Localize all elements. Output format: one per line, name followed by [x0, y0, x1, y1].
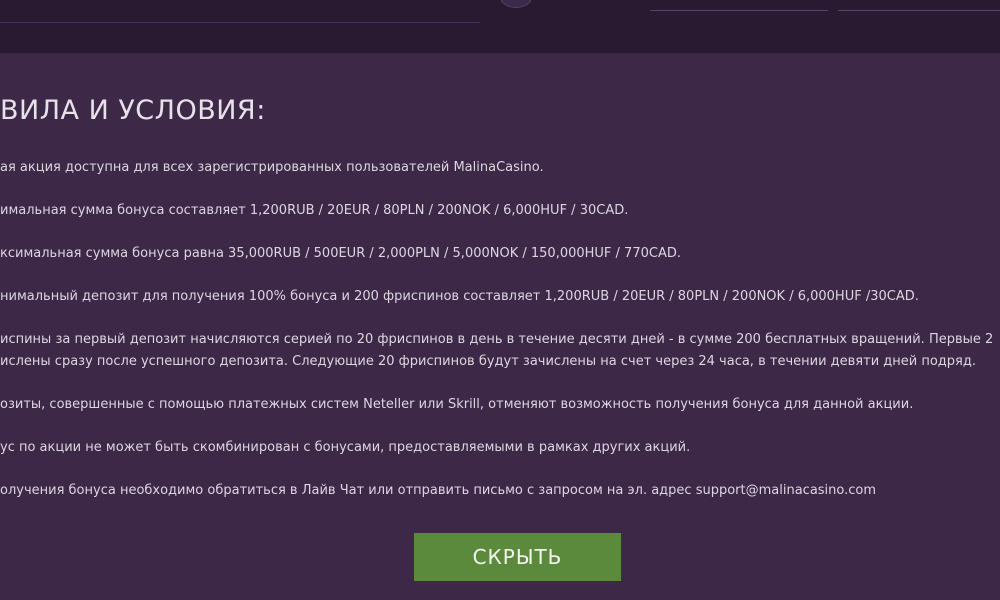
rule-item: ус по акции не может быть скомбинирован …	[0, 440, 691, 455]
rule-item: нимальный депозит для получения 100% бон…	[0, 289, 919, 304]
terms-title: ВИЛА И УСЛОВИЯ:	[0, 95, 266, 126]
divider	[0, 22, 480, 23]
rule-item: имальная сумма бонуса составляет 1,200RU…	[0, 203, 629, 218]
rule-item: олучения бонуса необходимо обратиться в …	[0, 483, 877, 498]
rule-item: испины за первый депозит начисляются сер…	[0, 332, 994, 369]
rule-item: ая акция доступна для всех зарегистриров…	[0, 160, 544, 175]
rules-list: ая акция доступна для всех зарегистриров…	[0, 157, 1000, 500]
logo-edge	[500, 0, 532, 8]
divider	[650, 10, 828, 11]
top-bar	[0, 0, 1000, 53]
page: ВИЛА И УСЛОВИЯ: ая акция доступна для вс…	[0, 0, 1000, 600]
rule-item: озиты, совершенные с помощью платежных с…	[0, 397, 914, 412]
terms-panel: ВИЛА И УСЛОВИЯ: ая акция доступна для вс…	[0, 53, 1000, 500]
rule-item: ксимальная сумма бонуса равна 35,000RUB …	[0, 246, 681, 261]
divider	[838, 10, 1000, 11]
hide-button[interactable]: СКРЫТЬ	[414, 533, 621, 581]
